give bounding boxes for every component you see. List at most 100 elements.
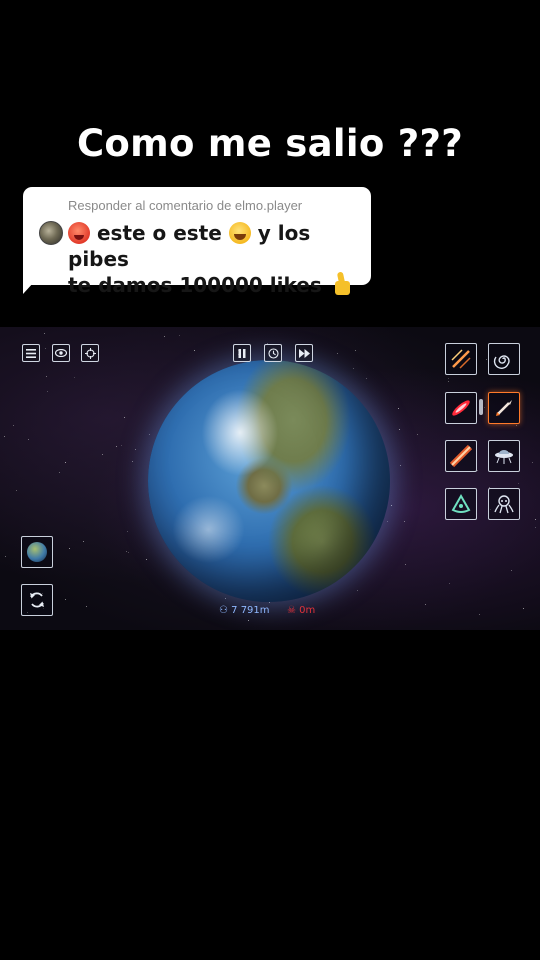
reset-button[interactable] [21, 584, 53, 616]
star [116, 446, 118, 448]
star [522, 607, 524, 609]
pause-button[interactable] [233, 344, 251, 362]
planet-select-button[interactable] [21, 536, 53, 568]
star [58, 471, 60, 473]
mini-earth-icon [27, 542, 47, 562]
pause-icon [238, 348, 246, 358]
reply-tail [23, 270, 45, 294]
star [65, 461, 67, 463]
star [68, 547, 70, 549]
star [15, 489, 17, 491]
planet-earth[interactable] [148, 360, 390, 602]
star [398, 429, 400, 431]
star [44, 347, 46, 349]
star [164, 335, 166, 337]
eye-icon [55, 349, 67, 357]
star [145, 559, 147, 561]
star [336, 353, 338, 355]
star [448, 582, 450, 584]
tool-missile[interactable] [488, 392, 520, 424]
star [126, 530, 128, 532]
star [405, 564, 407, 566]
red-laser-icon [452, 400, 470, 416]
tool-meteor-shower[interactable] [445, 343, 477, 375]
game-screen[interactable]: ⚇ 7 791m ☠ 0m [0, 327, 540, 630]
star [225, 597, 227, 599]
target-button[interactable] [81, 344, 99, 362]
star [425, 604, 427, 606]
video-caption: Como me salio ??? [76, 122, 464, 165]
star [352, 368, 354, 370]
time-button[interactable] [264, 344, 282, 362]
star [534, 526, 536, 528]
star [483, 407, 485, 409]
star [417, 433, 419, 435]
meteor-shower-icon [451, 349, 471, 369]
reply-line1: este o este [96, 221, 222, 245]
clock-icon [267, 347, 279, 359]
deaths-value: 0m [299, 605, 316, 616]
thumbs-up-emoji-icon [329, 272, 353, 296]
deaths-stat: ☠ 0m [287, 605, 315, 616]
star [390, 505, 392, 507]
star [149, 433, 151, 435]
tool-alien-octopus[interactable] [488, 488, 520, 520]
star [356, 590, 358, 592]
star [532, 462, 534, 464]
star [355, 350, 357, 352]
star [387, 520, 389, 522]
star [4, 556, 6, 558]
tool-red-laser[interactable] [445, 392, 477, 424]
star [247, 620, 249, 622]
star [86, 605, 88, 607]
reply-line2: te damos 100000 likes [68, 273, 322, 297]
star [403, 521, 405, 522]
star [365, 378, 367, 380]
reply-header: Responder al comentario de elmo.player [68, 198, 303, 213]
tool-black-hole[interactable] [488, 343, 520, 375]
laughing-emoji-icon [228, 222, 251, 244]
star [448, 378, 450, 380]
tool-scroll-handle[interactable] [479, 399, 483, 415]
reply-card[interactable]: Responder al comentario de elmo.player e… [23, 187, 371, 297]
star [398, 407, 400, 409]
star [518, 482, 520, 484]
fast-forward-icon [298, 348, 310, 358]
octopus-icon [494, 495, 514, 514]
star [45, 376, 47, 378]
star [64, 599, 66, 601]
star [131, 461, 133, 463]
fast-forward-button[interactable] [295, 344, 313, 362]
tool-shield[interactable] [445, 488, 477, 520]
star [510, 570, 512, 572]
people-icon: ⚇ [219, 605, 228, 616]
population-stat: ⚇ 7 791m [219, 605, 270, 616]
crosshair-icon [84, 347, 96, 359]
menu-button[interactable] [22, 344, 40, 362]
star [125, 551, 127, 553]
population-value: 7 791m [231, 605, 270, 616]
galaxy-icon [493, 355, 510, 369]
menu-icon [26, 348, 36, 358]
star [124, 416, 126, 418]
triangle-shield-icon [451, 493, 471, 513]
refresh-icon [30, 592, 44, 608]
star [194, 350, 196, 352]
skull-icon: ☠ [287, 605, 296, 616]
tool-fire-beam[interactable] [445, 440, 477, 472]
tool-ufo[interactable] [488, 440, 520, 472]
star [27, 438, 29, 440]
star [477, 469, 479, 471]
missile-icon [496, 400, 512, 416]
hot-face-emoji-icon [68, 222, 90, 244]
star [478, 614, 480, 616]
star [73, 376, 75, 378]
star [400, 465, 402, 467]
star [83, 541, 85, 543]
view-button[interactable] [52, 344, 70, 362]
star [46, 390, 48, 392]
star [534, 519, 536, 521]
star [486, 358, 488, 360]
star [13, 425, 14, 427]
star [44, 333, 46, 335]
